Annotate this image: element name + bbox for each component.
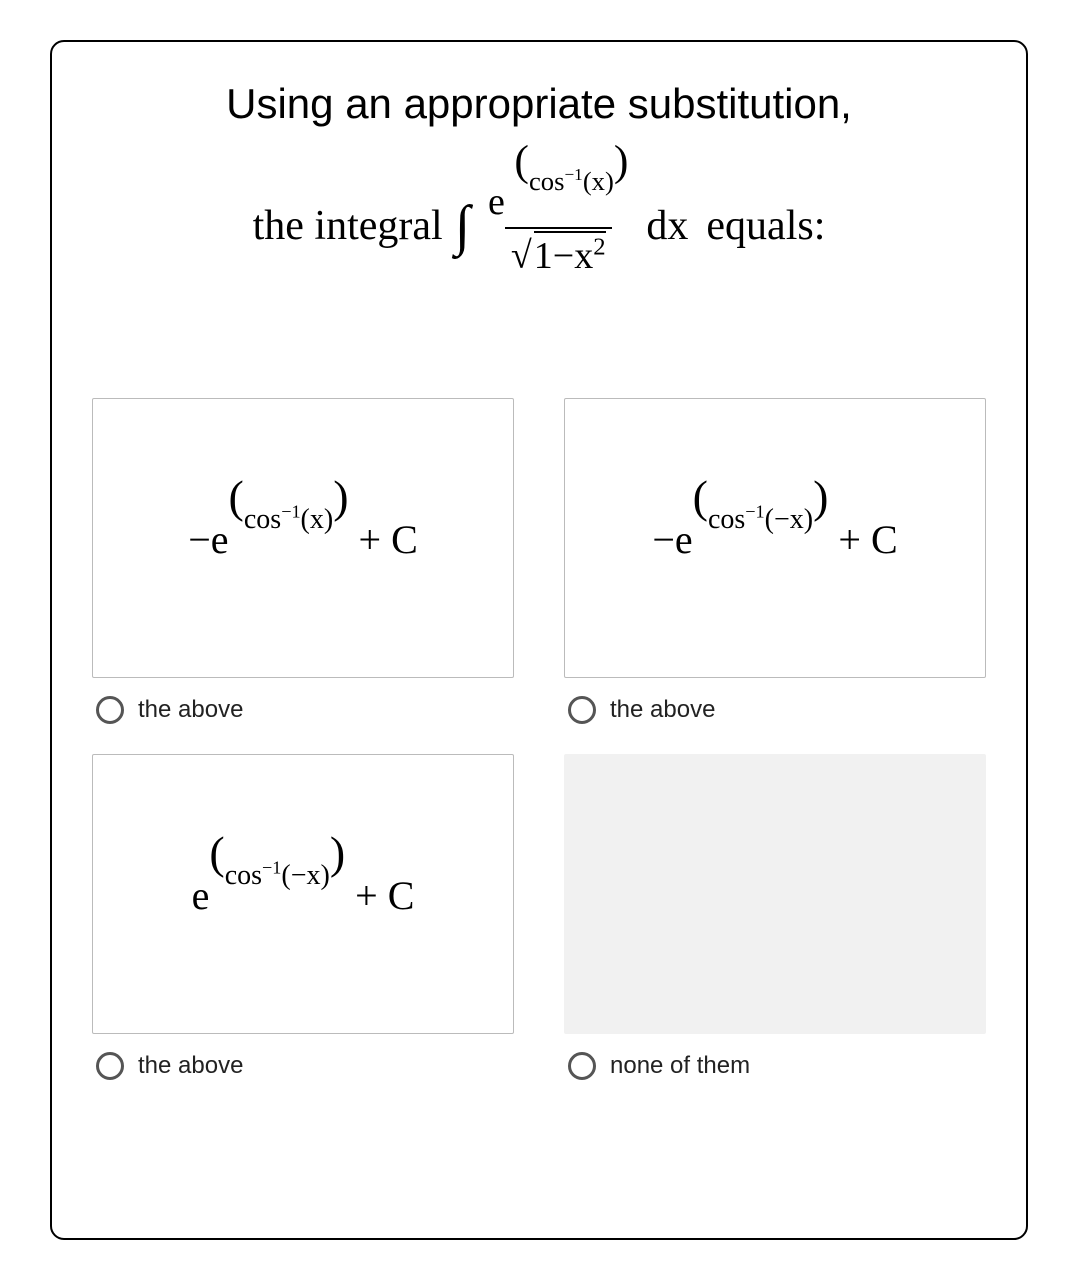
radio-c[interactable] [96, 1052, 124, 1080]
option-c-box: e(cos−1(−x)) + C [92, 754, 514, 1034]
option-a-radio-row[interactable]: the above [92, 696, 514, 724]
radio-b[interactable] [568, 696, 596, 724]
option-c: e(cos−1(−x)) + C the above [92, 754, 514, 1080]
option-d: none of them [564, 754, 986, 1080]
option-a-box: −e(cos−1(x)) + C [92, 398, 514, 678]
option-b-box: −e(cos−1(−x)) + C [564, 398, 986, 678]
radio-d[interactable] [568, 1052, 596, 1080]
option-a-label: the above [138, 696, 243, 724]
option-d-radio-row[interactable]: none of them [564, 1052, 986, 1080]
integral-fraction: e (cos−1(x)) √1−x2 [482, 175, 634, 278]
option-a: −e(cos−1(x)) + C the above [92, 398, 514, 724]
question-line1: Using an appropriate substitution, [92, 72, 986, 135]
question-card: Using an appropriate substitution, the i… [50, 40, 1028, 1240]
option-c-label: the above [138, 1052, 243, 1080]
integral-suffix: equals: [706, 202, 825, 250]
option-c-radio-row[interactable]: the above [92, 1052, 514, 1080]
question-integral: the integral ∫ e (cos−1(x)) √1−x2 dx equ… [92, 175, 986, 278]
integral-dx: dx [646, 202, 688, 250]
option-b-label: the above [610, 696, 715, 724]
option-d-box [564, 754, 986, 1034]
option-d-label: none of them [610, 1052, 750, 1080]
options-grid: −e(cos−1(x)) + C the above −e(cos−1(−x))… [92, 398, 986, 1080]
radio-a[interactable] [96, 696, 124, 724]
option-b-radio-row[interactable]: the above [564, 696, 986, 724]
integral-prefix: the integral [253, 202, 443, 250]
option-b: −e(cos−1(−x)) + C the above [564, 398, 986, 724]
integral-symbol: ∫ [455, 194, 470, 258]
